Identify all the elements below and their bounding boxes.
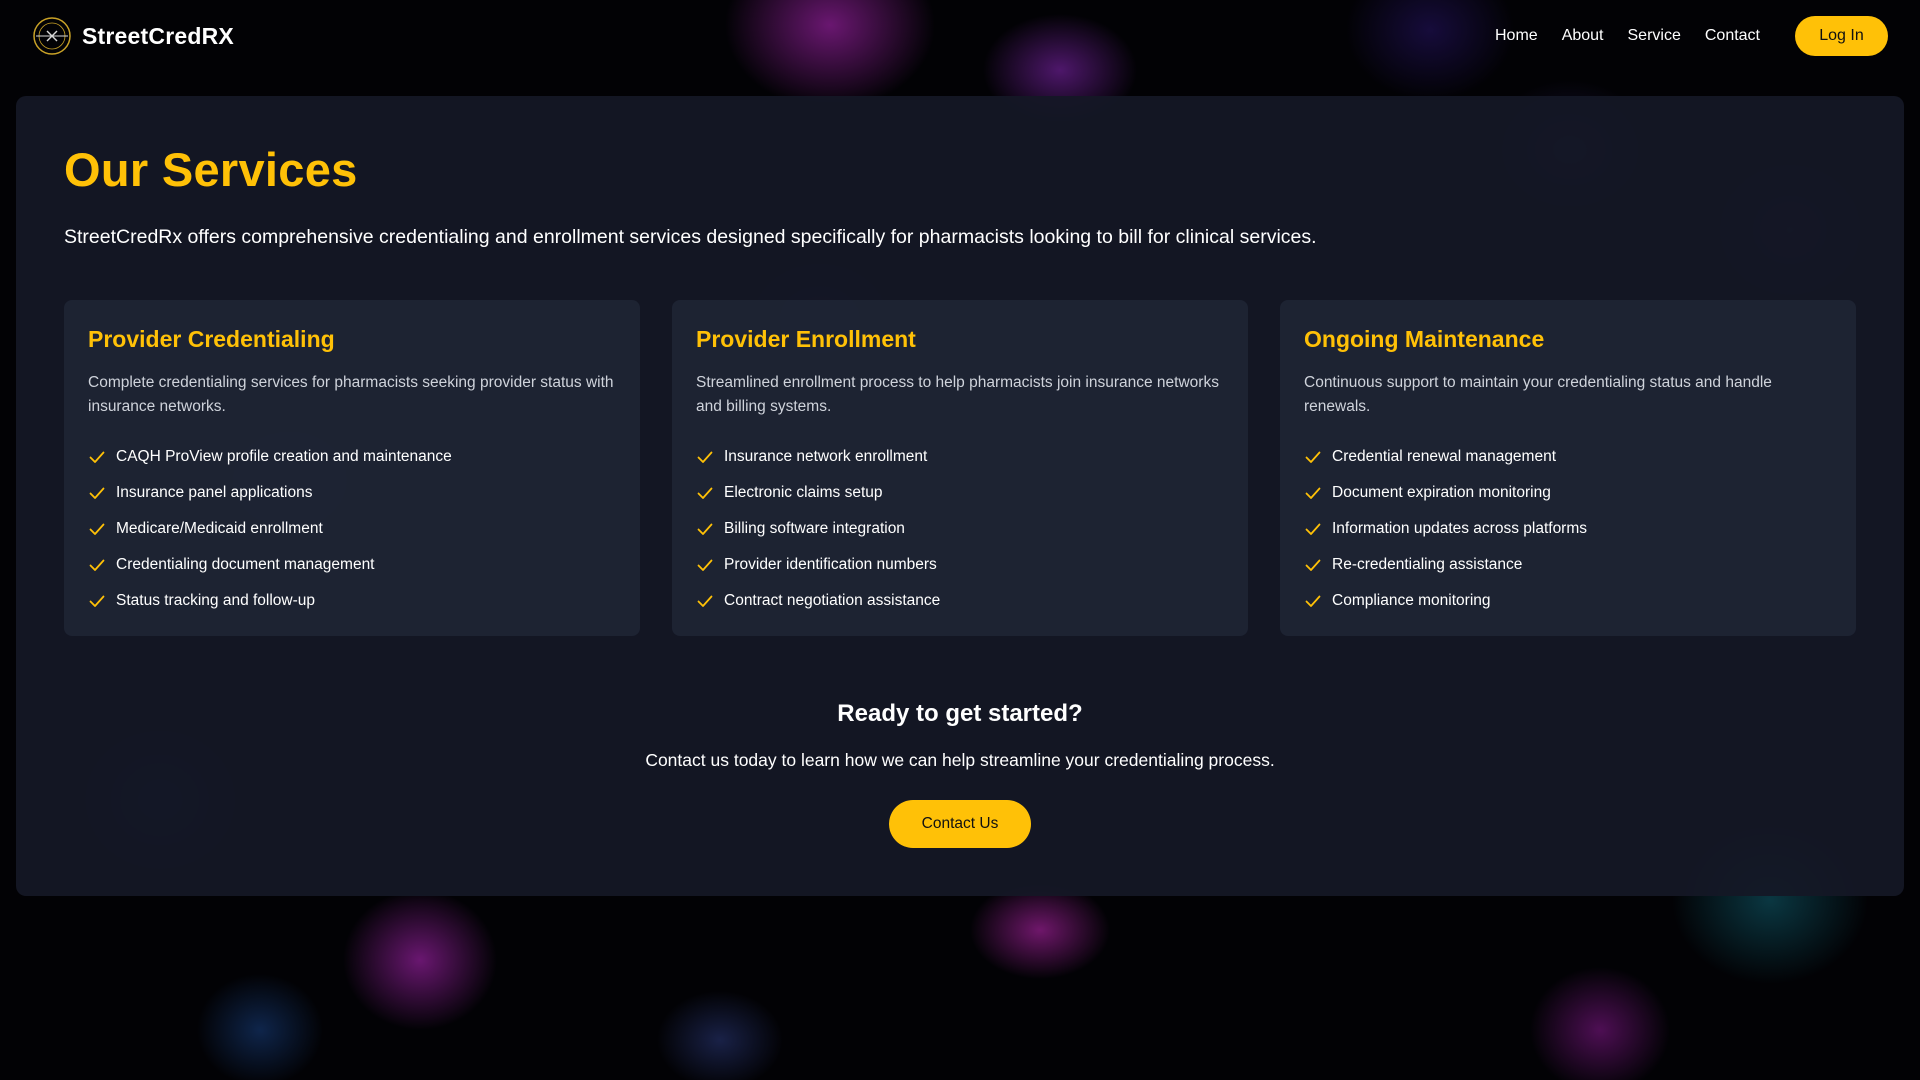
check-icon xyxy=(89,451,105,463)
check-icon xyxy=(89,487,105,499)
feature-label: Credential renewal management xyxy=(1332,448,1557,465)
feature-label: Provider identification numbers xyxy=(724,556,937,573)
service-card-maintenance: Ongoing Maintenance Continuous support t… xyxy=(1280,300,1856,636)
list-item: Information updates across platforms xyxy=(1304,511,1832,547)
list-item: Compliance monitoring xyxy=(1304,583,1832,619)
list-item: CAQH ProView profile creation and mainte… xyxy=(88,439,616,475)
feature-label: Insurance panel applications xyxy=(116,484,313,501)
check-icon xyxy=(697,451,713,463)
list-item: Status tracking and follow-up xyxy=(88,583,616,619)
list-item: Insurance network enrollment xyxy=(696,439,1224,475)
service-cards: Provider Credentialing Complete credenti… xyxy=(64,300,1856,636)
compass-logo-icon xyxy=(33,17,71,55)
service-card-credentialing: Provider Credentialing Complete credenti… xyxy=(64,300,640,636)
card-description: Streamlined enrollment process to help p… xyxy=(696,374,1219,415)
list-item: Billing software integration xyxy=(696,511,1224,547)
nav-about[interactable]: About xyxy=(1562,27,1604,45)
list-item: Provider identification numbers xyxy=(696,547,1224,583)
check-icon xyxy=(89,523,105,535)
check-icon xyxy=(1305,595,1321,607)
check-icon xyxy=(89,559,105,571)
check-icon xyxy=(697,523,713,535)
feature-label: Compliance monitoring xyxy=(1332,592,1491,609)
services-panel: Our Services StreetCredRx offers compreh… xyxy=(16,96,1904,896)
feature-label: Re-credentialing assistance xyxy=(1332,556,1523,573)
check-icon xyxy=(1305,523,1321,535)
feature-label: Billing software integration xyxy=(724,520,905,537)
list-item: Document expiration monitoring xyxy=(1304,475,1832,511)
list-item: Credential renewal management xyxy=(1304,439,1832,475)
page-title: Our Services xyxy=(64,143,358,196)
card-title: Ongoing Maintenance xyxy=(1304,326,1545,352)
nav-contact[interactable]: Contact xyxy=(1705,27,1760,45)
brand[interactable]: StreetCredRX xyxy=(32,16,234,56)
feature-label: Information updates across platforms xyxy=(1332,520,1588,537)
check-icon xyxy=(89,595,105,607)
nav-home[interactable]: Home xyxy=(1495,27,1538,45)
card-description: Continuous support to maintain your cred… xyxy=(1304,374,1772,415)
feature-label: Document expiration monitoring xyxy=(1332,484,1551,501)
check-icon xyxy=(1305,451,1321,463)
main-nav: Home About Service Contact Log In xyxy=(1471,16,1888,56)
feature-label: Status tracking and follow-up xyxy=(116,592,316,609)
brand-name: StreetCredRX xyxy=(82,22,234,49)
feature-list: CAQH ProView profile creation and mainte… xyxy=(88,439,616,619)
feature-label: Contract negotiation assistance xyxy=(724,592,941,609)
contact-us-button[interactable]: Contact Us xyxy=(889,800,1031,848)
card-title: Provider Credentialing xyxy=(88,326,335,352)
list-item: Electronic claims setup xyxy=(696,475,1224,511)
cta-text: Contact us today to learn how we can hel… xyxy=(645,750,1275,770)
list-item: Medicare/Medicaid enrollment xyxy=(88,511,616,547)
list-item: Insurance panel applications xyxy=(88,475,616,511)
check-icon xyxy=(1305,559,1321,571)
list-item: Re-credentialing assistance xyxy=(1304,547,1832,583)
cta-heading: Ready to get started? xyxy=(837,700,1083,727)
feature-label: Medicare/Medicaid enrollment xyxy=(116,520,323,537)
top-nav-bar: StreetCredRX Home About Service Contact … xyxy=(0,0,1920,74)
feature-list: Credential renewal management Document e… xyxy=(1304,439,1832,619)
card-description: Complete credentialing services for phar… xyxy=(88,374,614,415)
feature-label: CAQH ProView profile creation and mainte… xyxy=(116,448,452,465)
list-item: Contract negotiation assistance xyxy=(696,583,1224,619)
nav-service[interactable]: Service xyxy=(1628,27,1681,45)
service-card-enrollment: Provider Enrollment Streamlined enrollme… xyxy=(672,300,1248,636)
intro-text: StreetCredRx offers comprehensive creden… xyxy=(64,226,1317,248)
feature-list: Insurance network enrollment Electronic … xyxy=(696,439,1224,619)
login-button[interactable]: Log In xyxy=(1795,16,1888,56)
feature-label: Electronic claims setup xyxy=(724,484,883,501)
check-icon xyxy=(697,595,713,607)
check-icon xyxy=(697,559,713,571)
card-title: Provider Enrollment xyxy=(696,326,916,352)
check-icon xyxy=(697,487,713,499)
feature-label: Insurance network enrollment xyxy=(724,448,928,465)
list-item: Credentialing document management xyxy=(88,547,616,583)
feature-label: Credentialing document management xyxy=(116,556,375,573)
check-icon xyxy=(1305,487,1321,499)
